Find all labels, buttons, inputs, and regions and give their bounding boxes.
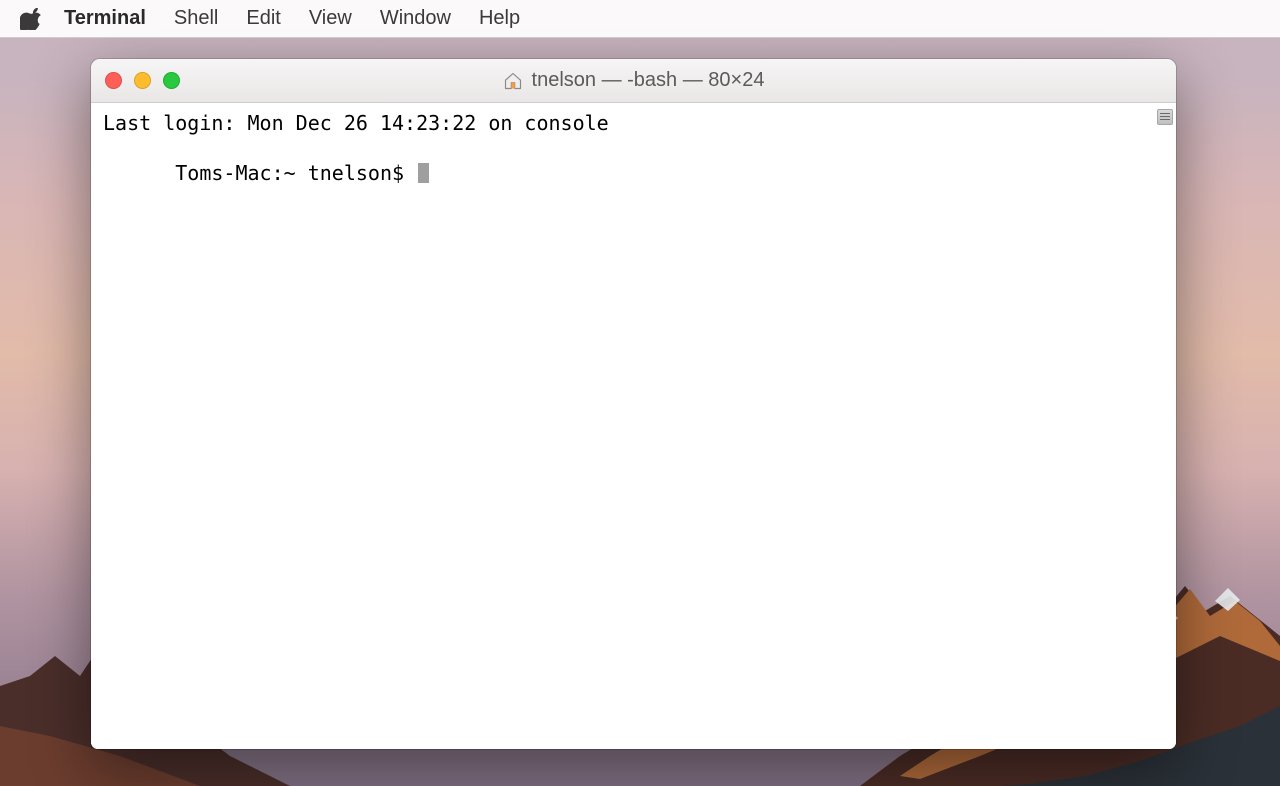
apple-menu-icon[interactable] — [20, 8, 42, 30]
titlebar[interactable]: tnelson — -bash — 80×24 — [91, 59, 1176, 103]
terminal-viewport[interactable]: Last login: Mon Dec 26 14:23:22 on conso… — [91, 103, 1176, 749]
minimize-button[interactable] — [134, 72, 151, 89]
menu-shell[interactable]: Shell — [174, 7, 218, 30]
home-folder-icon — [503, 71, 523, 91]
traffic-lights — [105, 72, 180, 89]
scrollbar[interactable] — [1154, 103, 1176, 749]
menu-edit[interactable]: Edit — [246, 7, 280, 30]
menu-view[interactable]: View — [309, 7, 352, 30]
terminal-window: tnelson — -bash — 80×24 Last login: Mon … — [91, 59, 1176, 749]
close-button[interactable] — [105, 72, 122, 89]
menu-window[interactable]: Window — [380, 7, 451, 30]
zoom-button[interactable] — [163, 72, 180, 89]
menubar: Terminal Shell Edit View Window Help — [0, 0, 1280, 38]
terminal-prompt-line: Toms-Mac:~ tnelson$ — [103, 136, 1166, 211]
window-title-text: tnelson — -bash — 80×24 — [532, 69, 765, 92]
menu-app-name[interactable]: Terminal — [64, 7, 146, 30]
window-title: tnelson — -bash — 80×24 — [91, 69, 1176, 92]
menu-help[interactable]: Help — [479, 7, 520, 30]
terminal-last-login: Last login: Mon Dec 26 14:23:22 on conso… — [103, 111, 1166, 136]
scroll-position-indicator[interactable] — [1157, 109, 1173, 125]
terminal-cursor — [418, 163, 429, 183]
terminal-prompt: Toms-Mac:~ tnelson$ — [175, 161, 416, 185]
